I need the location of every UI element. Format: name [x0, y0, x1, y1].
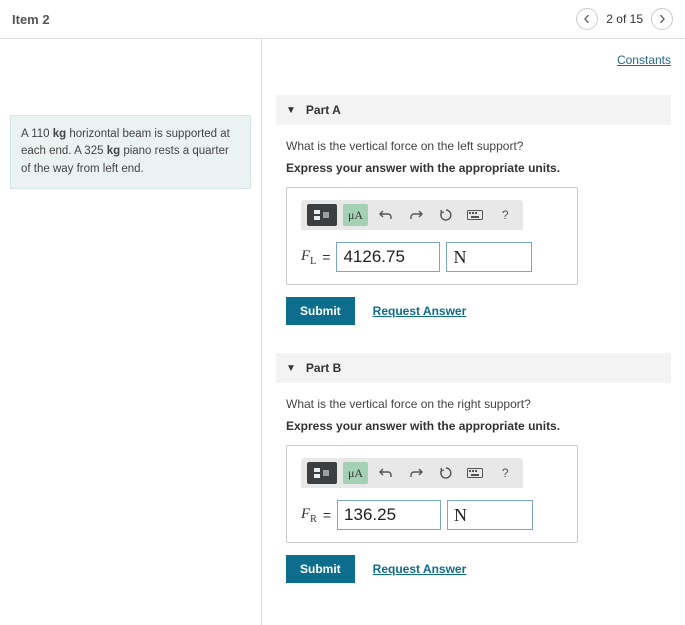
- part-b-request-link[interactable]: Request Answer: [373, 562, 467, 576]
- fraction-icon: [313, 467, 331, 479]
- part-b-variable: FR: [301, 506, 317, 525]
- part-b-title: Part B: [306, 361, 341, 375]
- part-a-question: What is the vertical force on the left s…: [286, 139, 661, 153]
- equals-sign: =: [322, 249, 330, 265]
- undo-icon: [379, 467, 393, 479]
- symbol-button[interactable]: μA: [343, 462, 369, 484]
- reset-icon: [439, 466, 453, 480]
- part-a-request-link[interactable]: Request Answer: [373, 304, 467, 318]
- caret-down-icon: ▼: [286, 105, 296, 116]
- problem-text-1: A 110: [21, 128, 53, 140]
- part-a-body: What is the vertical force on the left s…: [276, 139, 671, 353]
- part-a-instruct: Express your answer with the appropriate…: [286, 161, 661, 175]
- reset-icon: [439, 208, 453, 222]
- prev-button[interactable]: [576, 8, 598, 30]
- equals-sign: =: [323, 507, 331, 523]
- part-a-toolbar: μA ?: [301, 200, 523, 230]
- reset-button[interactable]: [434, 204, 458, 226]
- part-b-instruct: Express your answer with the appropriate…: [286, 419, 661, 433]
- part-a-unit-input[interactable]: [446, 242, 532, 272]
- keyboard-button[interactable]: [464, 462, 488, 484]
- part-b-toolbar: μA ?: [301, 458, 523, 488]
- part-a-title: Part A: [306, 103, 341, 117]
- var-main: F: [301, 506, 310, 522]
- part-a-actions: Submit Request Answer: [286, 297, 661, 325]
- part-a-answer-box: μA ?: [286, 187, 578, 285]
- template-icon[interactable]: [307, 204, 337, 226]
- part-a-answer-row: FL =: [301, 242, 563, 272]
- part-b-header[interactable]: ▼ Part B: [276, 353, 671, 383]
- redo-button[interactable]: [404, 462, 428, 484]
- part-b-unit-input[interactable]: [447, 500, 533, 530]
- part-b-answer-row: FR =: [301, 500, 563, 530]
- chevron-left-icon: [583, 15, 591, 23]
- position-text: 2 of 15: [606, 12, 643, 26]
- keyboard-icon: [467, 210, 483, 220]
- part-b-value-input[interactable]: [337, 500, 441, 530]
- help-button[interactable]: ?: [493, 462, 517, 484]
- part-b-body: What is the vertical force on the right …: [276, 397, 671, 611]
- caret-down-icon: ▼: [286, 363, 296, 374]
- reset-button[interactable]: [434, 462, 458, 484]
- parts-container: ▼ Part A What is the vertical force on t…: [262, 39, 685, 625]
- answer-column: Constants ▼ Part A What is the vertical …: [262, 39, 685, 625]
- chevron-right-icon: [658, 15, 666, 23]
- problem-column: A 110 kg horizontal beam is supported at…: [0, 39, 262, 625]
- nav-group: 2 of 15: [576, 8, 673, 30]
- undo-button[interactable]: [374, 462, 398, 484]
- keyboard-icon: [467, 468, 483, 478]
- part-b-answer-box: μA ?: [286, 445, 578, 543]
- undo-icon: [379, 209, 393, 221]
- part-b-question: What is the vertical force on the right …: [286, 397, 661, 411]
- symbol-button[interactable]: μA: [343, 204, 369, 226]
- part-a-variable: FL: [301, 248, 316, 267]
- var-sub: R: [310, 514, 317, 525]
- template-icon[interactable]: [307, 462, 337, 484]
- item-title: Item 2: [12, 12, 50, 27]
- header-bar: Item 2 2 of 15: [0, 0, 685, 39]
- next-button[interactable]: [651, 8, 673, 30]
- part-b-actions: Submit Request Answer: [286, 555, 661, 583]
- mass-unit-1: kg: [53, 128, 66, 140]
- help-button[interactable]: ?: [493, 204, 517, 226]
- part-a-value-input[interactable]: [336, 242, 440, 272]
- main-layout: A 110 kg horizontal beam is supported at…: [0, 39, 685, 625]
- var-sub: L: [310, 256, 316, 267]
- problem-statement: A 110 kg horizontal beam is supported at…: [10, 115, 251, 189]
- part-b-submit-button[interactable]: Submit: [286, 555, 355, 583]
- constants-link[interactable]: Constants: [617, 53, 671, 67]
- undo-button[interactable]: [374, 204, 398, 226]
- part-a-header[interactable]: ▼ Part A: [276, 95, 671, 125]
- var-main: F: [301, 248, 310, 264]
- mass-unit-2: kg: [107, 145, 120, 157]
- redo-icon: [409, 467, 423, 479]
- fraction-icon: [313, 209, 331, 221]
- redo-button[interactable]: [404, 204, 428, 226]
- keyboard-button[interactable]: [464, 204, 488, 226]
- redo-icon: [409, 209, 423, 221]
- part-a-submit-button[interactable]: Submit: [286, 297, 355, 325]
